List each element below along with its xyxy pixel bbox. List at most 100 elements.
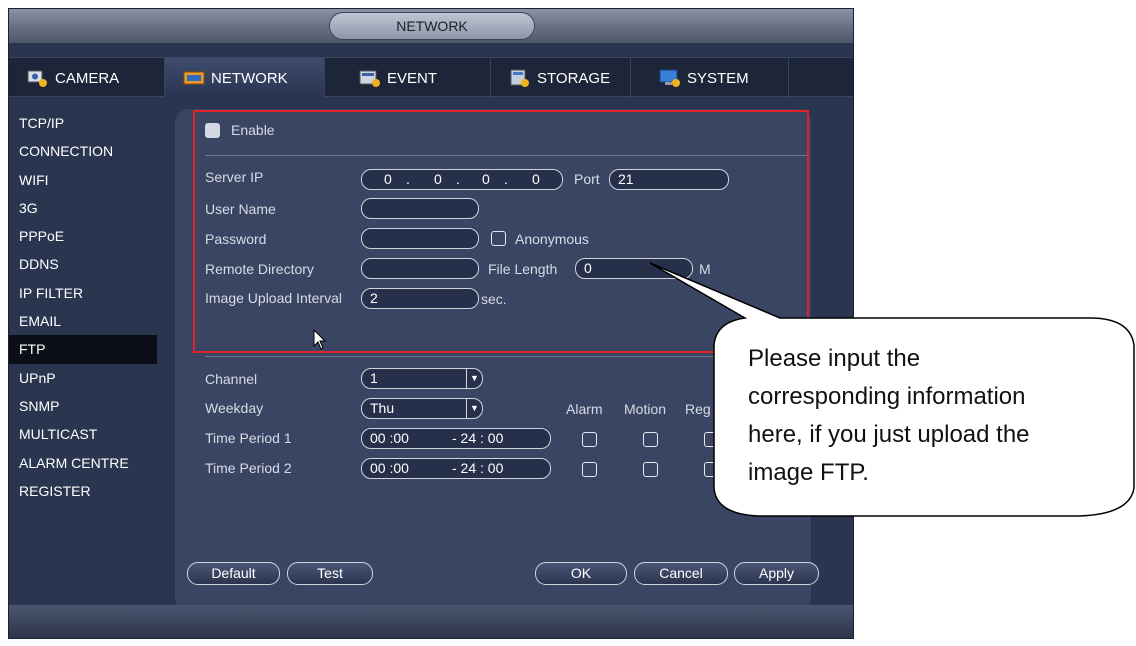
apply-button[interactable]: Apply (734, 562, 819, 585)
server-ip-input[interactable]: 0 . 0 . 0 . 0 (361, 169, 563, 190)
chevron-down-icon: ▼ (466, 369, 482, 388)
default-button[interactable]: Default (187, 562, 280, 585)
remote-directory-label: Remote Directory (205, 261, 314, 277)
system-icon (659, 68, 681, 88)
camera-icon (27, 68, 49, 88)
ip-dot-1: . (406, 171, 410, 187)
file-length-label: File Length (488, 261, 558, 277)
event-icon (359, 68, 381, 88)
time-period-1-label: Time Period 1 (205, 430, 292, 446)
sidebar-item-multicast[interactable]: MULTICAST (9, 420, 157, 448)
motion-column-header: Motion (624, 401, 667, 417)
username-label: User Name (205, 201, 276, 217)
storage-icon (509, 68, 531, 88)
tab-camera-label: CAMERA (55, 69, 120, 87)
weekday-select[interactable]: Thu ▼ (361, 398, 483, 419)
time-period-1-start: 00 :00 (370, 430, 409, 446)
file-length-unit: M (699, 261, 711, 277)
callout-line: here, if you just upload the (748, 421, 1030, 448)
mouse-cursor-icon (313, 328, 327, 356)
tab-camera[interactable]: CAMERA (9, 58, 165, 98)
period-2-regular-checkbox[interactable] (704, 462, 719, 477)
sidebar-item-pppoe[interactable]: PPPoE (9, 222, 157, 250)
period-1-regular-checkbox[interactable] (704, 432, 719, 447)
sidebar-item-ip-filter[interactable]: IP FILTER (9, 279, 157, 307)
password-label: Password (205, 231, 267, 247)
main-tab-bar: CAMERA NETWORK EVENT STORAGE SYSTEM (9, 57, 853, 98)
sidebar-item-3g[interactable]: 3G (9, 194, 157, 222)
sidebar-item-connection[interactable]: CONNECTION (9, 137, 157, 165)
password-input[interactable] (361, 228, 479, 249)
time-period-1-input[interactable]: 00 :00 - 24 : 00 (361, 428, 551, 449)
callout-text: Please input the corresponding informati… (748, 340, 1128, 492)
upload-interval-label: Image Upload Interval (205, 290, 342, 306)
sidebar-item-snmp[interactable]: SNMP (9, 392, 157, 420)
sidebar-item-register[interactable]: REGISTER (9, 477, 157, 505)
sidebar-item-email[interactable]: EMAIL (9, 307, 157, 335)
sidebar-item-alarm-centre[interactable]: ALARM CENTRE (9, 449, 157, 477)
callout-line: Please input the (748, 345, 921, 372)
regular-column-header: Reg (685, 401, 711, 417)
channel-select[interactable]: 1 ▼ (361, 368, 483, 389)
test-button[interactable]: Test (287, 562, 373, 585)
tab-storage[interactable]: STORAGE (491, 58, 631, 98)
period-2-alarm-checkbox[interactable] (582, 462, 597, 477)
alarm-column-header: Alarm (566, 401, 603, 417)
ftp-settings-window: NETWORK CAMERA NETWORK EVENT STORAGE SYS… (8, 8, 854, 639)
time-period-2-input[interactable]: 00 :00 - 24 : 00 (361, 458, 551, 479)
status-bar (9, 605, 853, 638)
ok-button[interactable]: OK (535, 562, 627, 585)
ip-octet-4: 0 (532, 171, 540, 187)
sidebar-item-ddns[interactable]: DDNS (9, 250, 157, 278)
period-1-alarm-checkbox[interactable] (582, 432, 597, 447)
ip-octet-1: 0 (384, 171, 392, 187)
tab-network[interactable]: NETWORK (165, 58, 325, 98)
divider (205, 155, 807, 156)
time-period-1-end: - 24 : 00 (452, 430, 504, 446)
server-ip-label: Server IP (205, 169, 264, 185)
time-period-2-start: 00 :00 (370, 460, 409, 476)
anonymous-checkbox[interactable] (491, 231, 506, 246)
sidebar-item-tcpip[interactable]: TCP/IP (9, 109, 157, 137)
sidebar: TCP/IP CONNECTION WIFI 3G PPPoE DDNS IP … (9, 109, 157, 505)
ip-octet-2: 0 (434, 171, 442, 187)
time-period-2-label: Time Period 2 (205, 460, 292, 476)
ip-octet-3: 0 (482, 171, 490, 187)
period-2-motion-checkbox[interactable] (643, 462, 658, 477)
tab-network-label: NETWORK (211, 69, 288, 87)
sidebar-item-ftp[interactable]: FTP (9, 335, 157, 364)
ip-dot-3: . (504, 171, 508, 187)
port-label: Port (574, 171, 600, 187)
chevron-down-icon: ▼ (466, 399, 482, 418)
period-1-motion-checkbox[interactable] (643, 432, 658, 447)
enable-label: Enable (231, 122, 275, 138)
schedule-divider (205, 356, 807, 357)
callout-line: corresponding information (748, 383, 1026, 410)
callout-line: image FTP. (748, 459, 869, 486)
cancel-button[interactable]: Cancel (634, 562, 728, 585)
title-bar: NETWORK (9, 9, 853, 43)
sidebar-item-upnp[interactable]: UPnP (9, 364, 157, 392)
enable-checkbox[interactable] (205, 123, 220, 138)
sidebar-item-wifi[interactable]: WIFI (9, 166, 157, 194)
tab-event[interactable]: EVENT (325, 58, 491, 98)
channel-label: Channel (205, 371, 258, 387)
weekday-label: Weekday (205, 400, 264, 416)
anonymous-label: Anonymous (515, 231, 589, 247)
port-input[interactable]: 21 (609, 169, 729, 190)
ip-dot-2: . (456, 171, 460, 187)
time-period-2-end: - 24 : 00 (452, 460, 504, 476)
username-input[interactable] (361, 198, 479, 219)
channel-value: 1 (370, 370, 378, 386)
tab-storage-label: STORAGE (537, 69, 611, 87)
remote-directory-input[interactable] (361, 258, 479, 279)
network-icon (183, 68, 205, 88)
weekday-value: Thu (370, 400, 395, 416)
tab-system-label: SYSTEM (687, 69, 749, 87)
window-title: NETWORK (329, 12, 535, 40)
upload-interval-unit: sec. (481, 291, 507, 307)
upload-interval-input[interactable]: 2 (361, 288, 479, 309)
file-length-input[interactable]: 0 (575, 258, 693, 279)
tab-event-label: EVENT (387, 69, 438, 87)
tab-system[interactable]: SYSTEM (631, 58, 789, 98)
